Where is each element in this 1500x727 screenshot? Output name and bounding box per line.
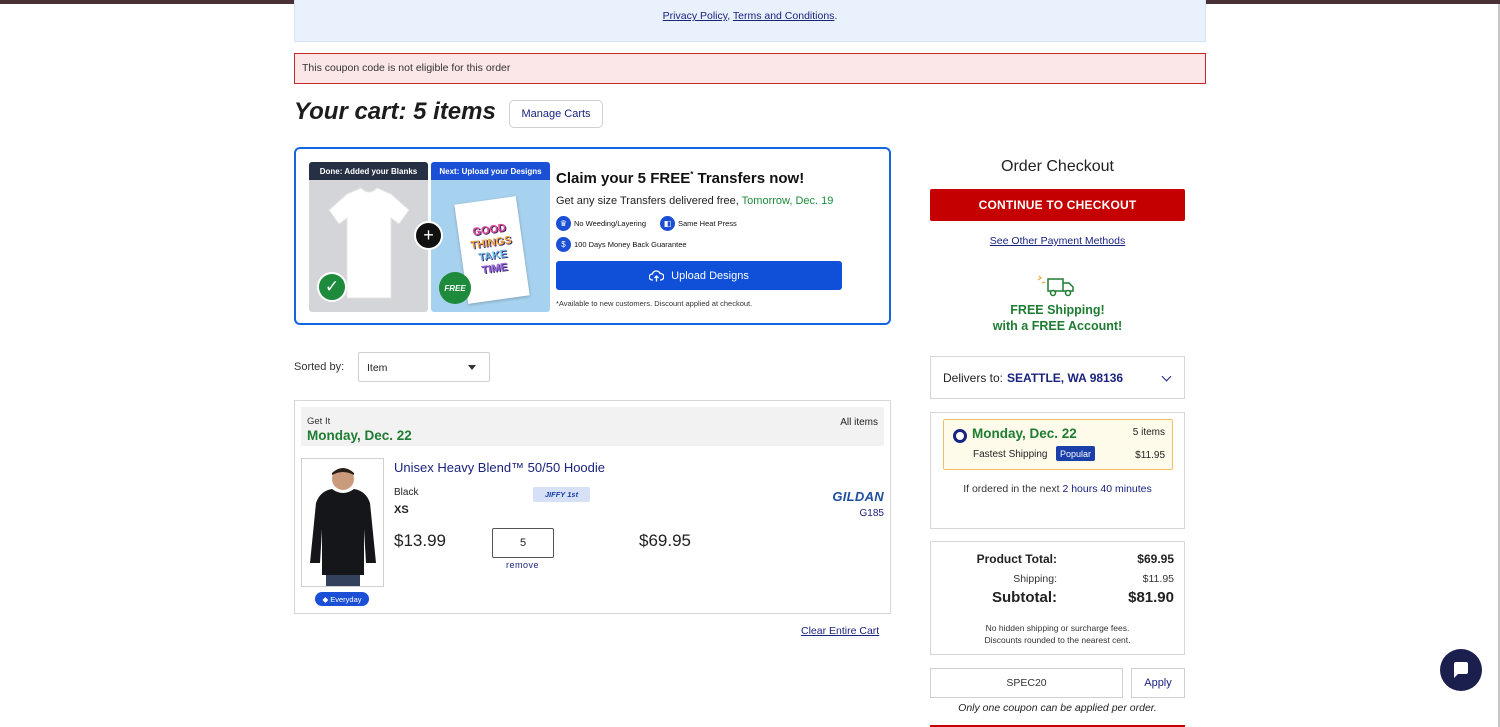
promo-delivery-date: Tomorrow, Dec. 19: [741, 195, 834, 207]
free-transfers-promo: Done: Added your Blanks ✓ + Next: Upload…: [294, 147, 891, 325]
product-size: XS: [394, 504, 409, 516]
other-payment-methods-link[interactable]: See Other Payment Methods: [930, 235, 1185, 247]
manage-carts-button[interactable]: Manage Carts: [509, 100, 603, 128]
continue-to-checkout-button[interactable]: CONTINUE TO CHECKOUT: [930, 189, 1185, 221]
product-image[interactable]: [301, 458, 384, 587]
privacy-policy-link[interactable]: Privacy Policy: [663, 10, 728, 22]
jiffy-shipping-badge: JIFFY 1st: [533, 487, 590, 502]
clear-cart-link[interactable]: Clear Entire Cart: [801, 625, 879, 637]
promo-title: Claim your 5 FREE* Transfers now!: [556, 170, 805, 187]
shipping-date: Monday, Dec. 22: [972, 426, 1077, 441]
delivery-location: SEATTLE, WA 98136: [1007, 371, 1124, 385]
chat-button[interactable]: [1440, 649, 1482, 691]
totals-note: No hidden shipping or surcharge fees. Di…: [984, 623, 1131, 645]
delivery-date-bar: Get It Monday, Dec. 22 All items: [301, 407, 884, 446]
sort-label: Sorted by:: [294, 361, 345, 373]
promo-subtitle: Get any size Transfers delivered free, T…: [556, 195, 834, 207]
shipping-item-count: 5 items: [1132, 427, 1165, 438]
delivery-location-selector[interactable]: Delivers to: SEATTLE, WA 98136: [930, 356, 1185, 399]
product-color: Black: [394, 487, 419, 498]
promo-footnote: *Available to new customers. Discount ap…: [556, 299, 753, 308]
popular-badge: Popular: [1056, 446, 1096, 461]
upload-designs-button[interactable]: Upload Designs: [556, 261, 842, 290]
cart-item-group: Get It Monday, Dec. 22 All items ◆ Everyd…: [294, 400, 891, 614]
quantity-input[interactable]: 5: [492, 528, 554, 558]
all-items-label: All items: [840, 417, 878, 428]
dollar-icon: $: [556, 237, 571, 252]
caret-down-icon: [468, 365, 476, 370]
shipping-options: Monday, Dec. 22 5 items Fastest Shipping…: [930, 412, 1185, 529]
plus-icon: +: [414, 221, 443, 250]
shipping-option-fastest[interactable]: Monday, Dec. 22 5 items Fastest Shipping…: [943, 419, 1173, 470]
coupon-error-message: This coupon code is not eligible for thi…: [294, 53, 1206, 84]
line-total: $69.95: [639, 531, 691, 550]
brand-logo: GILDAN: [832, 489, 884, 504]
designs-card: Next: Upload your Designs GOOD THINGS TA…: [431, 162, 550, 312]
apply-coupon-button[interactable]: Apply: [1131, 668, 1185, 698]
shipping-price: $11.95: [1135, 450, 1165, 461]
free-shipping-message: FREE Shipping! with a FREE Account!: [992, 303, 1123, 333]
get-it-label: Get It: [307, 416, 331, 427]
designs-card-header: Next: Upload your Designs: [431, 162, 550, 180]
unit-price: $13.99: [394, 531, 446, 550]
cart-title: Your cart: 5 items: [294, 98, 496, 125]
order-totals: Product Total: $69.95 Shipping: $11.95 Sub…: [930, 541, 1185, 655]
heat-press-icon: ◧: [660, 216, 675, 231]
award-icon: ♛: [556, 216, 571, 231]
product-total-value: $69.95: [1137, 552, 1174, 566]
policy-notice: Privacy Policy, Terms and Conditions.: [294, 0, 1206, 42]
shipping-value: $11.95: [1142, 573, 1174, 585]
product-name-link[interactable]: Unisex Heavy Blend™ 50/50 Hoodie: [394, 460, 605, 475]
feature-same-heat-press: ◧ Same Heat Press: [660, 216, 737, 231]
brand-style-code: G185: [859, 508, 884, 519]
order-cutoff-text: If ordered in the next 2 hours 40 minute…: [963, 483, 1152, 495]
chevron-down-icon: [1161, 371, 1172, 382]
shield-icon: ◆: [322, 594, 329, 604]
cutoff-time: 2 hours 40 minutes: [1062, 483, 1152, 495]
subtotal-value: $81.90: [1128, 589, 1174, 606]
chat-bubble-icon: [1454, 662, 1468, 678]
shipping-speed: Fastest Shipping: [973, 449, 1048, 460]
cloud-upload-icon: [649, 269, 665, 281]
everyday-badge: ◆ Everyday: [315, 592, 369, 606]
blanks-card-header: Done: Added your Blanks: [309, 162, 428, 180]
checkmark-icon: ✓: [317, 272, 347, 302]
blanks-card: Done: Added your Blanks ✓: [309, 162, 428, 312]
policy-notice-text: Privacy Policy, Terms and Conditions.: [662, 10, 838, 22]
get-it-date: Monday, Dec. 22: [307, 428, 412, 443]
coupon-note: Only one coupon can be applied per order…: [958, 702, 1157, 714]
coupon-code-input[interactable]: SPEC20: [930, 668, 1123, 698]
remove-item-link[interactable]: remove: [506, 560, 539, 570]
feature-money-back: $100 Days Money Back Guarantee: [556, 237, 687, 252]
terms-link[interactable]: Terms and Conditions: [733, 10, 835, 22]
free-badge: FREE: [439, 272, 471, 304]
order-checkout-title: Order Checkout: [1001, 158, 1114, 175]
delivery-truck-icon: [1037, 275, 1074, 297]
shipping-radio[interactable]: [953, 429, 967, 443]
feature-no-weeding: ♛ No Weeding/Layering: [556, 216, 646, 231]
sort-select[interactable]: Item: [358, 352, 490, 382]
